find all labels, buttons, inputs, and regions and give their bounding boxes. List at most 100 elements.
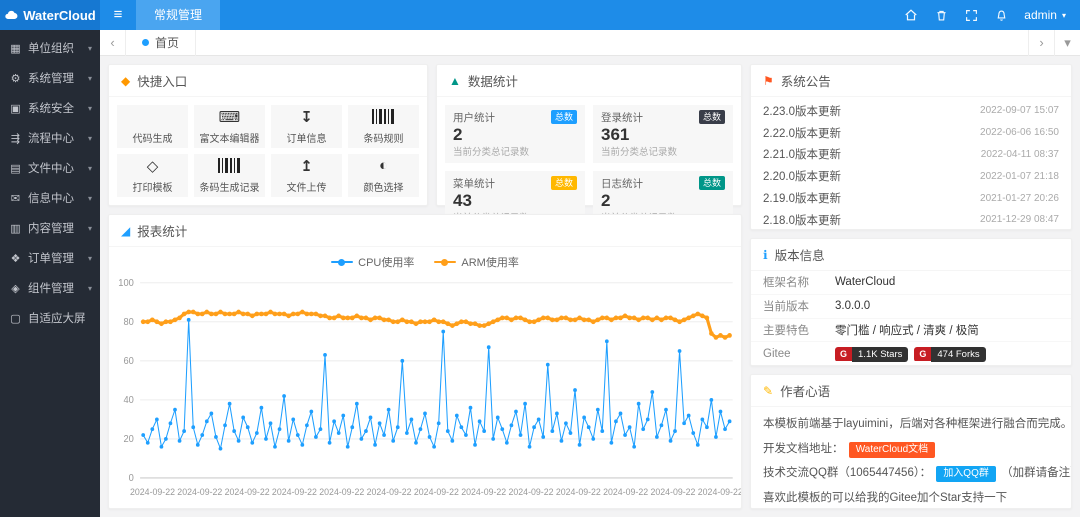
announcement-item[interactable]: 2.22.0版本更新2022-06-06 16:50 <box>763 122 1059 144</box>
quick-entry-print-template[interactable]: ◇打印模板 <box>117 154 188 197</box>
sidebar-item-order[interactable]: ❖订单管理▾ <box>0 243 100 273</box>
topbar: WaterCloud ≡ 常规管理 admin ▾ <box>0 0 1080 30</box>
order-info-icon: ↧ <box>300 108 313 125</box>
barcode-record-icon <box>218 157 242 174</box>
announcement-time: 2021-12-29 08:47 <box>980 214 1059 225</box>
stat-desc: 当前分类总记录数 <box>453 144 577 158</box>
announcement-item[interactable]: 2.23.0版本更新2022-09-07 15:07 <box>763 100 1059 122</box>
author-line-4: 喜欢此模板的可以给我的Gitee加个Star支持一下 <box>763 486 1059 509</box>
quick-entry-editor[interactable]: ⌨富文本编辑器 <box>194 105 265 148</box>
sidebar-item-flow[interactable]: ⇶流程中心▾ <box>0 123 100 153</box>
quick-entry-order-info[interactable]: ↧订单信息 <box>271 105 342 148</box>
data-stats-icon: ▲ <box>449 74 461 88</box>
quick-entry-label: 条码规则 <box>364 130 404 145</box>
tab-scroll-left-icon[interactable]: ‹ <box>100 30 126 56</box>
announcement-title: 2.19.0版本更新 <box>763 190 841 206</box>
stat-登录统计: 登录统计总数361当前分类总记录数 <box>593 105 733 163</box>
quick-entry-header: ◆ 快捷入口 <box>109 65 427 97</box>
sidebar-item-component[interactable]: ◈组件管理▾ <box>0 273 100 303</box>
svg-text:2024-09-22: 2024-09-22 <box>177 487 222 497</box>
announcement-time: 2022-06-06 16:50 <box>980 127 1059 138</box>
status-badge: 总数 <box>699 110 725 124</box>
announcement-title: 2.23.0版本更新 <box>763 103 841 119</box>
announcement-item[interactable]: 2.18.0版本更新2021-12-29 08:47 <box>763 209 1059 231</box>
svg-text:2024-09-22: 2024-09-22 <box>414 487 459 497</box>
legend-label: CPU使用率 <box>358 254 414 270</box>
gitee-badge[interactable]: G474 Forks <box>914 347 985 362</box>
chevron-down-icon: ▾ <box>88 224 92 233</box>
upload-icon: ↥ <box>300 157 313 174</box>
sidebar-item-screen[interactable]: ▢自适应大屏 <box>0 303 100 333</box>
legend-item-CPU使用率[interactable]: CPU使用率 <box>331 254 414 270</box>
right-column: ⚑ 系统公告 2.23.0版本更新2022-09-07 15:072.22.0版… <box>750 64 1072 509</box>
sidebar-item-label: 内容管理 <box>28 220 88 236</box>
hamburger-menu-icon[interactable]: ≡ <box>100 0 136 30</box>
tab-scroll-right-icon[interactable]: › <box>1028 30 1054 56</box>
gitee-logo-icon: G <box>914 347 931 361</box>
author-notes-card: ✎ 作者心语 本模板前端基于layuimini，后端对各种框架进行融合而完成。 … <box>750 374 1072 509</box>
sidebar-item-security[interactable]: ▣系统安全▾ <box>0 93 100 123</box>
topbar-tab-active[interactable]: 常规管理 <box>136 0 220 30</box>
stat-用户统计: 用户统计总数2当前分类总记录数 <box>445 105 585 163</box>
qq-suffix: （加群请备注） <box>1001 467 1071 479</box>
legend-marker-icon <box>331 261 353 263</box>
sidebar-item-content[interactable]: ▥内容管理▾ <box>0 213 100 243</box>
announcement-item[interactable]: 2.20.0版本更新2022-01-07 21:18 <box>763 165 1059 187</box>
gitee-badge[interactable]: G1.1K Stars <box>835 347 908 362</box>
announcement-item[interactable]: 2.19.0版本更新2021-01-27 20:26 <box>763 187 1059 209</box>
logo-text: WaterCloud <box>23 8 95 23</box>
file-icon: ▤ <box>8 162 23 175</box>
clear-cache-icon[interactable] <box>926 0 956 30</box>
app-window: WaterCloud ≡ 常规管理 admin ▾ ▦单位组织▾⚙系统管理▾▣系… <box>0 0 1080 517</box>
version-row-value: WaterCloud <box>835 276 895 288</box>
doc-link-badge[interactable]: WaterCloud文档 <box>849 442 935 458</box>
announcement-item[interactable]: 2.21.0版本更新2022-04-11 08:37 <box>763 144 1059 166</box>
home-icon[interactable] <box>896 0 926 30</box>
component-icon: ◈ <box>8 282 23 295</box>
qq-join-badge[interactable]: 加入QQ群 <box>936 466 996 482</box>
chart-legend: CPU使用率 ARM使用率 <box>109 247 741 272</box>
version-row-value: 零门槛 / 响应式 / 清爽 / 极简 <box>835 322 979 338</box>
org-icon: ▦ <box>8 42 23 55</box>
user-menu[interactable]: admin ▾ <box>1016 8 1080 22</box>
quick-entry-barcode-record[interactable]: 条码生成记录 <box>194 154 265 197</box>
sidebar-item-label: 单位组织 <box>28 40 88 56</box>
version-row: 当前版本3.0.0.0 <box>751 295 1071 319</box>
version-row-value: 3.0.0.0 <box>835 300 870 312</box>
notifications-bell-icon[interactable] <box>986 0 1016 30</box>
fullscreen-icon[interactable] <box>956 0 986 30</box>
version-row-label: Gitee <box>763 348 835 360</box>
sidebar-item-label: 文件中心 <box>28 160 88 176</box>
logo[interactable]: WaterCloud <box>0 0 100 30</box>
version-row-label: 当前版本 <box>763 298 835 314</box>
svg-text:2024-09-22: 2024-09-22 <box>225 487 270 497</box>
sidebar-item-message[interactable]: ✉信息中心▾ <box>0 183 100 213</box>
qq-label: 技术交流QQ群（1065447456）： <box>763 467 931 479</box>
sidebar-item-label: 系统安全 <box>28 100 88 116</box>
username: admin <box>1024 8 1057 22</box>
sidebar-item-org[interactable]: ▦ 单位组织▾ <box>0 33 100 63</box>
legend-marker-icon <box>434 261 456 263</box>
svg-text:2024-09-22: 2024-09-22 <box>272 487 317 497</box>
status-badge: 总数 <box>551 110 577 124</box>
data-stats-title: 数据统计 <box>468 71 518 90</box>
chevron-down-icon: ▾ <box>1062 11 1066 20</box>
stat-value: 2 <box>453 125 577 144</box>
quick-entry-label: 富文本编辑器 <box>200 130 260 145</box>
quick-entry-upload[interactable]: ↥文件上传 <box>271 154 342 197</box>
quick-entry-color-picker[interactable]: ◐颜色选择 <box>348 154 419 197</box>
chevron-down-icon: ▾ <box>88 44 92 53</box>
quick-entry-icon: ◆ <box>121 74 130 88</box>
sidebar-item-system[interactable]: ⚙系统管理▾ <box>0 63 100 93</box>
quick-entry-code[interactable]: 代码生成 <box>117 105 188 148</box>
quick-entry-barcode[interactable]: 条码规则 <box>348 105 419 148</box>
tab-home[interactable]: 首页 <box>126 30 196 56</box>
announcements-flag-icon: ⚑ <box>763 74 774 88</box>
chevron-down-icon: ▾ <box>88 134 92 143</box>
legend-item-ARM使用率[interactable]: ARM使用率 <box>434 254 518 270</box>
announcements-list: 2.23.0版本更新2022-09-07 15:072.22.0版本更新2022… <box>751 97 1071 234</box>
version-row: 框架名称WaterCloud <box>751 271 1071 295</box>
announcement-title: 2.20.0版本更新 <box>763 168 841 184</box>
sidebar-item-file[interactable]: ▤文件中心▾ <box>0 153 100 183</box>
tab-options-dropdown-icon[interactable]: ▾ <box>1054 30 1080 56</box>
